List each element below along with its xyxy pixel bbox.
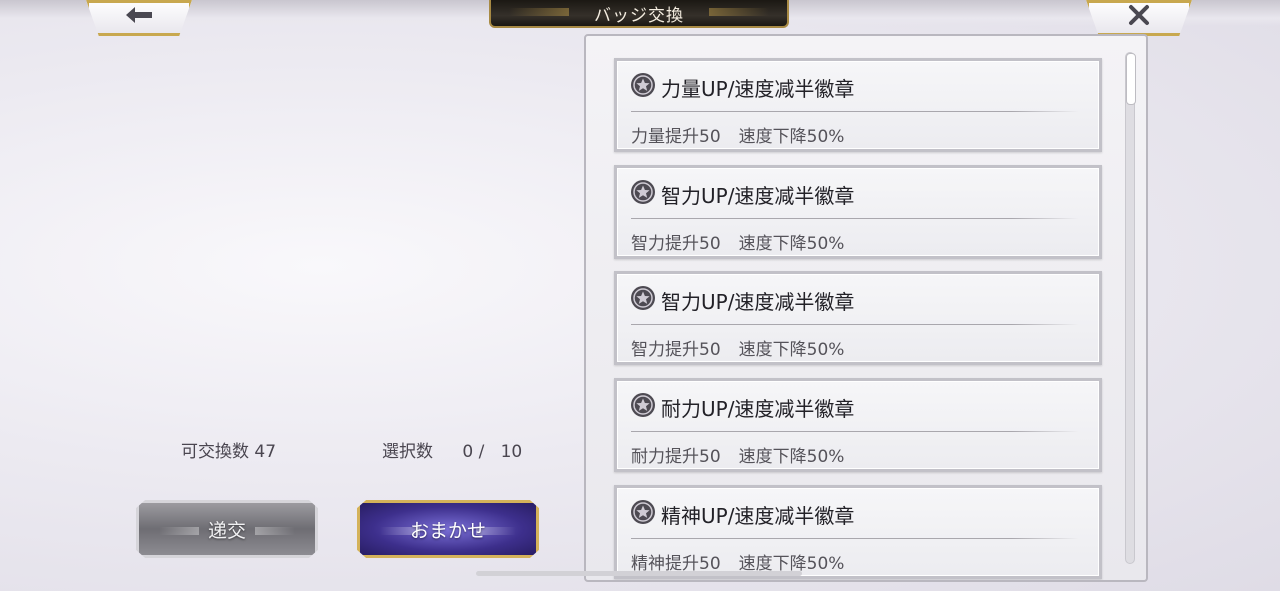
page-title: バッジ交換 bbox=[489, 0, 789, 28]
button-ornament bbox=[159, 527, 199, 535]
badge-effect: 智力提升50 速度下降50% bbox=[631, 335, 844, 360]
divider bbox=[631, 431, 1079, 432]
badge-name: 智力UP/速度减半徽章 bbox=[661, 290, 855, 314]
scroll-thumb[interactable] bbox=[1126, 53, 1136, 105]
effect-down: 速度下降50% bbox=[738, 340, 845, 360]
star-badge-icon bbox=[631, 393, 655, 417]
badge-item[interactable]: 力量UP/速度减半徽章 力量提升50 速度下降50% bbox=[614, 58, 1102, 152]
arrow-left-icon bbox=[126, 7, 152, 23]
badge-effect: 耐力提升50 速度下降50% bbox=[631, 442, 844, 467]
effect-up: 耐力提升50 bbox=[631, 447, 721, 467]
star-badge-icon bbox=[631, 73, 655, 97]
divider bbox=[631, 218, 1079, 219]
exchangeable-count: 可交換数 47 bbox=[181, 437, 276, 462]
divider bbox=[631, 324, 1079, 325]
exchange-button[interactable]: 递交 bbox=[136, 500, 318, 558]
badge-effect: 智力提升50 速度下降50% bbox=[631, 229, 844, 254]
badge-item[interactable]: 智力UP/速度减半徽章 智力提升50 速度下降50% bbox=[614, 271, 1102, 365]
back-button[interactable] bbox=[86, 0, 192, 36]
effect-down: 速度下降50% bbox=[738, 234, 845, 254]
effect-up: 智力提升50 bbox=[631, 234, 721, 254]
badge-name: 智力UP/速度减半徽章 bbox=[661, 184, 855, 208]
scrollbar[interactable] bbox=[1125, 52, 1136, 564]
badge-list: 力量UP/速度减半徽章 力量提升50 速度下降50% 智力UP/速度减半徽章 智力… bbox=[586, 36, 1146, 580]
selected-label: 選択数 bbox=[382, 442, 433, 462]
badge-name: 耐力UP/速度减半徽章 bbox=[661, 397, 855, 421]
effect-up: 力量提升50 bbox=[631, 127, 721, 147]
star-badge-icon bbox=[631, 500, 655, 524]
auto-select-button-label: おまかせ bbox=[409, 519, 486, 542]
badge-name: 精神UP/速度减半徽章 bbox=[661, 504, 855, 528]
star-badge-icon bbox=[631, 286, 655, 310]
selected-max: 10 bbox=[500, 442, 523, 462]
exchangeable-value: 47 bbox=[254, 442, 277, 462]
close-icon bbox=[1129, 5, 1149, 25]
badge-name: 力量UP/速度减半徽章 bbox=[661, 77, 855, 101]
badge-item[interactable]: 精神UP/速度减半徽章 精神提升50 速度下降50% bbox=[614, 485, 1102, 579]
badge-list-panel[interactable]: 力量UP/速度减半徽章 力量提升50 速度下降50% 智力UP/速度减半徽章 智力… bbox=[584, 34, 1148, 582]
exchangeable-label: 可交換数 bbox=[181, 442, 249, 462]
effect-down: 速度下降50% bbox=[738, 127, 845, 147]
star-badge-icon bbox=[631, 180, 655, 204]
divider bbox=[631, 111, 1079, 112]
exchange-button-label: 递交 bbox=[207, 519, 246, 542]
selected-value: 0 / bbox=[462, 442, 485, 462]
selected-count: 選択数 0 / 10 bbox=[382, 437, 522, 462]
divider bbox=[631, 538, 1079, 539]
home-indicator bbox=[476, 571, 802, 576]
auto-select-button[interactable]: おまかせ bbox=[357, 500, 539, 558]
badge-effect: 力量提升50 速度下降50% bbox=[631, 122, 844, 147]
badge-item[interactable]: 智力UP/速度减半徽章 智力提升50 速度下降50% bbox=[614, 165, 1102, 259]
effect-down: 速度下降50% bbox=[738, 447, 845, 467]
effect-up: 智力提升50 bbox=[631, 340, 721, 360]
badge-item[interactable]: 耐力UP/速度减半徽章 耐力提升50 速度下降50% bbox=[614, 378, 1102, 472]
close-button[interactable] bbox=[1086, 0, 1192, 36]
button-ornament bbox=[255, 527, 295, 535]
